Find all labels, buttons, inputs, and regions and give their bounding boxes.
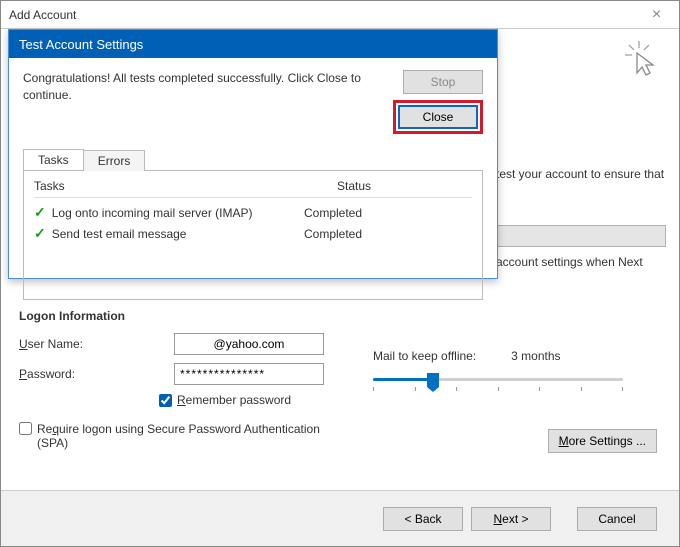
dialog-footer: < Back Next > Cancel	[1, 490, 679, 546]
main-title: Add Account	[9, 8, 76, 22]
remember-password-checkbox[interactable]	[159, 394, 172, 407]
add-account-window: Add Account × test your account to ensur…	[0, 0, 680, 547]
dialog-title: Test Account Settings	[9, 30, 497, 58]
slider-thumb-icon[interactable]	[427, 373, 439, 387]
task-row: ✓ Send test email message Completed	[34, 223, 472, 244]
stop-button: Stop	[403, 70, 483, 94]
mail-offline-label: Mail to keep offline:	[373, 349, 476, 363]
task-name: Send test email message	[52, 227, 187, 241]
main-titlebar: Add Account ×	[1, 1, 679, 29]
dialog-message: Congratulations! All tests completed suc…	[23, 70, 401, 134]
tab-errors[interactable]: Errors	[83, 150, 146, 171]
test-info-text: test your account to ensure that	[496, 165, 666, 183]
task-row: ✓ Log onto incoming mail server (IMAP) Co…	[34, 202, 472, 223]
task-status: Completed	[304, 206, 404, 220]
mail-offline-slider[interactable]	[373, 371, 623, 391]
col-header-tasks: Tasks	[34, 179, 304, 193]
cancel-button[interactable]: Cancel	[577, 507, 657, 531]
username-label: User Name:	[19, 337, 174, 351]
remember-password-label: Remember password	[177, 393, 291, 407]
task-status: Completed	[304, 227, 404, 241]
close-icon[interactable]: ×	[634, 1, 679, 29]
spa-label: Require logon using Secure Password Auth…	[37, 422, 347, 450]
check-icon: ✓	[34, 225, 46, 242]
close-button[interactable]: Close	[398, 105, 478, 129]
mail-offline-section: Mail to keep offline: 3 months	[373, 349, 633, 391]
back-button[interactable]: < Back	[383, 507, 463, 531]
results-tabs: Tasks Errors Tasks Status ✓Log onto inco…	[23, 170, 483, 300]
tab-tasks[interactable]: Tasks	[23, 149, 84, 170]
close-button-highlight: Close	[393, 100, 483, 134]
test-settings-dialog: Test Account Settings Congratulations! A…	[8, 29, 498, 279]
next-button[interactable]: Next >	[471, 507, 551, 531]
task-name: Log onto incoming mail server (IMAP)	[52, 206, 253, 220]
mail-offline-value: 3 months	[511, 349, 560, 363]
col-header-status: Status	[304, 179, 404, 193]
more-settings-button[interactable]: More Settings ...	[548, 429, 657, 453]
password-label: Password:	[19, 367, 174, 381]
check-icon: ✓	[34, 204, 46, 221]
password-field[interactable]	[174, 363, 324, 385]
test-account-button-disabled	[496, 225, 666, 247]
auto-test-text: account settings when Next	[496, 255, 666, 269]
spa-checkbox[interactable]	[19, 422, 32, 435]
logon-heading: Logon Information	[19, 309, 659, 323]
username-field[interactable]	[174, 333, 324, 355]
